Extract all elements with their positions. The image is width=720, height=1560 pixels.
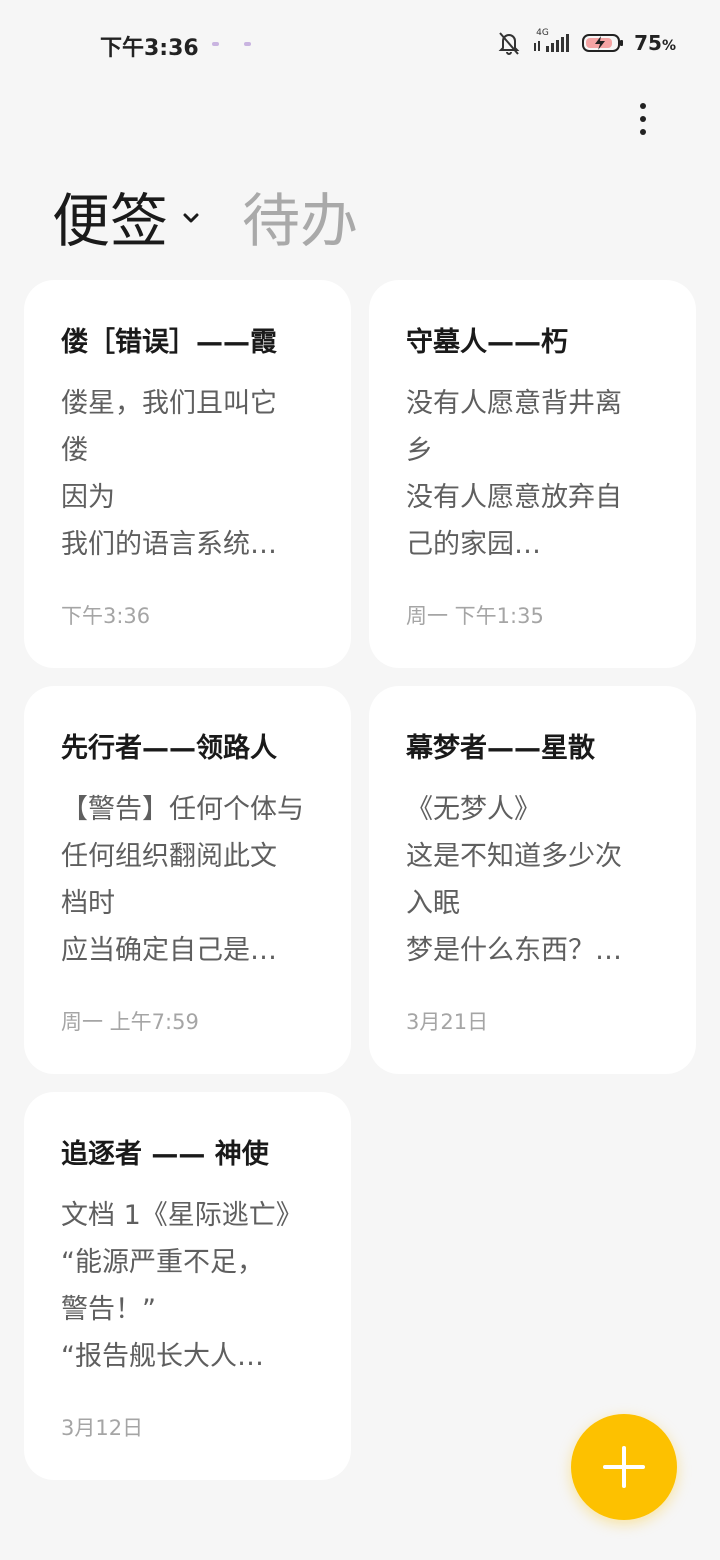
status-bar: 下午3:36 4G 75% <box>0 0 720 86</box>
note-preview: 【警告】任何个体与 任何组织翻阅此文 档时 应当确定自己是… <box>61 794 304 966</box>
battery-percentage: 75% <box>634 31 676 55</box>
note-date: 下午3:36 <box>61 604 151 628</box>
note-date: 3月21日 <box>406 1010 489 1034</box>
battery-charging-icon <box>582 34 624 52</box>
note-preview: 《无梦人》 这是不知道多少次 入眠 梦是什么东西？… <box>406 794 622 966</box>
tab-todo[interactable]: 待办 <box>242 174 358 258</box>
note-date: 3月12日 <box>61 1416 144 1440</box>
tab-notes[interactable]: 便签 <box>52 174 168 258</box>
note-title: 追逐者 —— 神使 <box>61 1139 269 1170</box>
status-time: 下午3:36 <box>100 36 199 61</box>
note-card[interactable]: 偻［错误］——霞 偻星，我们且叫它 偻 因为 我们的语言系统… 下午3:36 <box>24 280 351 668</box>
note-title: 偻［错误］——霞 <box>61 327 277 358</box>
note-card[interactable]: 追逐者 —— 神使 文档 1《星际逃亡》 “能源严重不足， 警告！” “报告舰长… <box>24 1092 351 1480</box>
status-indicators: 4G 75% <box>496 28 676 58</box>
note-title: 守墓人——朽 <box>406 327 568 358</box>
note-preview: 文档 1《星际逃亡》 “能源严重不足， 警告！” “报告舰长大人… <box>61 1200 303 1372</box>
more-vertical-icon <box>640 103 646 109</box>
add-note-button[interactable] <box>571 1414 677 1520</box>
signal-icon: 4G <box>532 28 572 56</box>
note-date: 周一 上午7:59 <box>61 1010 199 1034</box>
note-card[interactable]: 先行者——领路人 【警告】任何个体与 任何组织翻阅此文 档时 应当确定自己是… … <box>24 686 351 1074</box>
note-title: 幕梦者——星散 <box>406 733 595 764</box>
note-title: 先行者——领路人 <box>61 733 277 764</box>
chevron-down-icon[interactable] <box>182 212 200 224</box>
note-card[interactable]: 幕梦者——星散 《无梦人》 这是不知道多少次 入眠 梦是什么东西？… 3月21日 <box>369 686 696 1074</box>
more-options-button[interactable] <box>626 100 660 138</box>
note-preview: 偻星，我们且叫它 偻 因为 我们的语言系统… <box>61 388 277 560</box>
note-card[interactable]: 守墓人——朽 没有人愿意背井离 乡 没有人愿意放弃自 己的家园… 周一 下午1:… <box>369 280 696 668</box>
notification-dot-icon <box>212 42 219 46</box>
tab-bar: 便签 待办 <box>52 176 358 256</box>
notification-dot-icon <box>244 42 251 46</box>
note-preview: 没有人愿意背井离 乡 没有人愿意放弃自 己的家园… <box>406 388 622 560</box>
mute-bell-icon <box>498 32 520 55</box>
note-date: 周一 下午1:35 <box>406 604 544 628</box>
plus-icon <box>603 1446 645 1488</box>
